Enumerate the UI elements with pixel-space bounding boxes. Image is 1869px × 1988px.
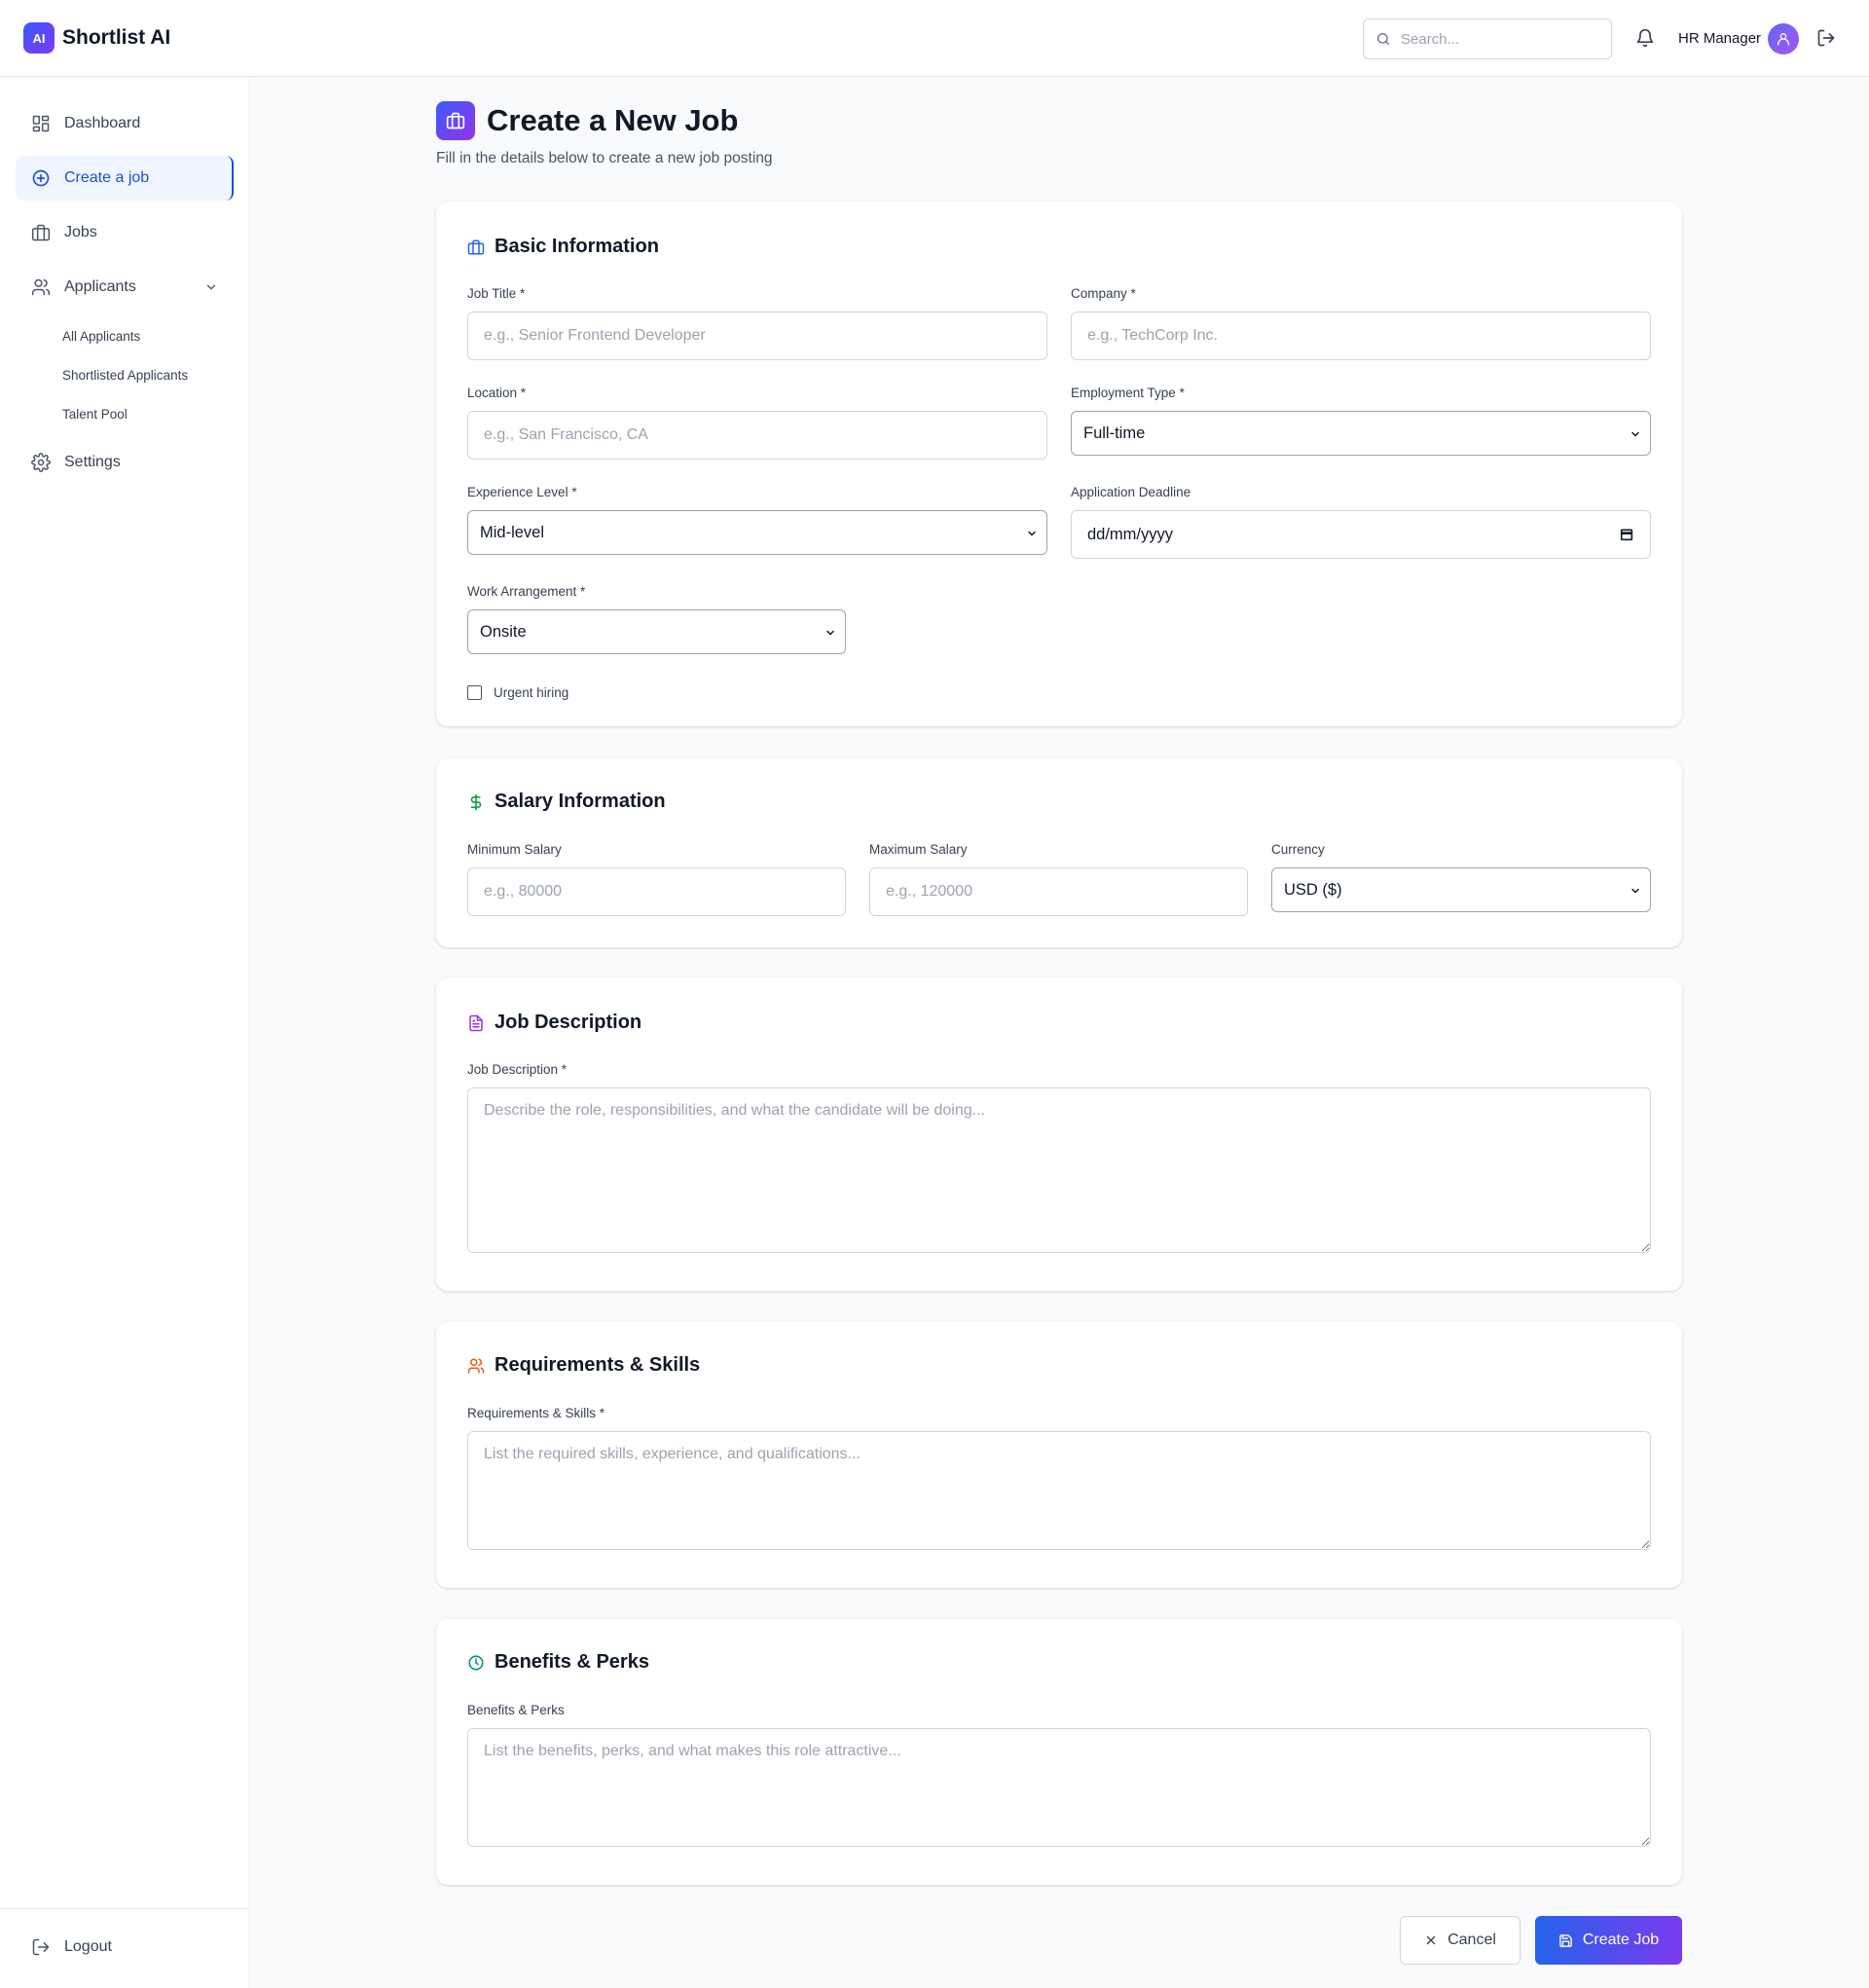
experience-level-label: Experience Level *	[467, 485, 577, 499]
app-name: Shortlist AI	[62, 26, 171, 49]
work-arrangement-select[interactable]: Onsite	[467, 609, 846, 654]
clock-icon	[467, 1654, 485, 1672]
currency-label: Currency	[1271, 842, 1325, 857]
experience-level-select[interactable]: Mid-level	[467, 510, 1047, 555]
card-title: Job Description	[467, 1012, 641, 1034]
sidebar-item-settings[interactable]: Settings	[16, 440, 234, 485]
users-icon	[31, 277, 51, 297]
card-title-text: Requirements & Skills	[495, 1354, 701, 1376]
sidebar-item-label: Jobs	[64, 224, 97, 240]
create-job-label: Create Job	[1582, 1932, 1660, 1948]
employment-type-select[interactable]: Full-time	[1071, 411, 1651, 456]
urgent-hiring-label: Urgent hiring	[494, 685, 569, 700]
bell-icon[interactable]	[1635, 28, 1655, 48]
briefcase-icon	[31, 223, 51, 242]
employment-type-dropdown[interactable]: Full-time	[1071, 411, 1651, 456]
dollar-icon	[467, 793, 485, 811]
job-description-textarea[interactable]	[467, 1087, 1651, 1253]
avatar[interactable]	[1768, 23, 1799, 55]
work-arrangement-label: Work Arrangement *	[467, 584, 586, 599]
close-icon	[1424, 1933, 1438, 1947]
calendar-icon[interactable]	[1619, 527, 1634, 542]
work-arrangement-dropdown[interactable]: Onsite	[467, 609, 846, 654]
save-icon	[1558, 1933, 1573, 1948]
sidebar-item-jobs[interactable]: Jobs	[16, 210, 234, 255]
card-title: Benefits & Perks	[467, 1651, 649, 1674]
user-name: HR Manager	[1678, 30, 1762, 47]
cancel-button[interactable]: Cancel	[1400, 1916, 1521, 1965]
min-salary-label: Minimum Salary	[467, 842, 562, 857]
search-input[interactable]	[1401, 30, 1586, 48]
briefcase-icon	[467, 239, 485, 256]
page-subtitle: Fill in the details below to create a ne…	[436, 150, 773, 166]
sidebar-item-label: Applicants	[64, 278, 136, 295]
benefits-label: Benefits & Perks	[467, 1703, 565, 1717]
document-icon	[467, 1014, 485, 1032]
requirements-label: Requirements & Skills *	[467, 1406, 605, 1420]
employment-type-label: Employment Type *	[1071, 386, 1185, 400]
chevron-down-icon[interactable]	[204, 280, 218, 294]
job-description-label: Job Description *	[467, 1062, 568, 1077]
search-box[interactable]	[1363, 18, 1612, 59]
logout-label: Logout	[64, 1938, 112, 1955]
benefits-card: Benefits & Perks Benefits & Perks	[436, 1619, 1682, 1885]
job-title-label: Job Title *	[467, 286, 526, 301]
basic-information-card: Basic Information Job Title * Company * …	[436, 202, 1682, 726]
sidebar-divider	[0, 1908, 249, 1909]
logout-icon[interactable]	[1816, 28, 1836, 48]
search-icon	[1375, 31, 1391, 47]
deadline-value: dd/mm/yyyy	[1087, 525, 1174, 543]
card-title-text: Job Description	[495, 1012, 642, 1033]
sidebar-item-dashboard[interactable]: Dashboard	[16, 101, 234, 146]
create-job-button[interactable]: Create Job	[1535, 1916, 1682, 1965]
sidebar: Dashboard Create a job Jobs Applicants A…	[0, 78, 249, 1988]
card-title: Basic Information	[467, 236, 659, 258]
sidebar-logout[interactable]: Logout	[31, 1937, 112, 1957]
currency-select[interactable]: USD ($)	[1271, 867, 1651, 912]
location-label: Location *	[467, 386, 527, 400]
sidebar-item-label: Settings	[64, 454, 121, 470]
card-title-text: Basic Information	[495, 236, 659, 257]
sidebar-subitem-all-applicants[interactable]: All Applicants	[62, 329, 140, 344]
location-input[interactable]	[467, 411, 1047, 460]
sidebar-subitem-talent-pool[interactable]: Talent Pool	[62, 407, 128, 422]
cancel-label: Cancel	[1448, 1932, 1496, 1948]
sidebar-item-label: Dashboard	[64, 115, 141, 131]
plus-circle-icon	[31, 168, 51, 188]
urgent-hiring-checkbox[interactable]	[467, 685, 482, 700]
card-title: Requirements & Skills	[467, 1354, 700, 1377]
sidebar-subitem-shortlisted[interactable]: Shortlisted Applicants	[62, 368, 188, 383]
logo-badge: AI	[23, 22, 55, 54]
briefcase-icon	[436, 101, 475, 140]
top-header: AI Shortlist AI HR Manager	[0, 0, 1869, 77]
company-label: Company *	[1071, 286, 1136, 301]
job-title-input[interactable]	[467, 312, 1047, 360]
sidebar-item-create-job[interactable]: Create a job	[16, 156, 234, 201]
requirements-textarea[interactable]	[467, 1431, 1651, 1550]
requirements-card: Requirements & Skills Requirements & Ski…	[436, 1322, 1682, 1588]
company-input[interactable]	[1071, 312, 1651, 360]
sidebar-item-applicants[interactable]: Applicants	[16, 265, 234, 310]
page-title: Create a New Job	[487, 103, 739, 137]
gear-icon	[31, 453, 51, 472]
job-description-card: Job Description Job Description *	[436, 978, 1682, 1291]
dashboard-icon	[31, 114, 51, 133]
sidebar-item-label: Create a job	[64, 169, 150, 186]
card-title-text: Salary Information	[495, 791, 666, 812]
currency-dropdown[interactable]: USD ($)	[1271, 867, 1651, 912]
deadline-input[interactable]: dd/mm/yyyy	[1071, 510, 1651, 559]
users-icon	[467, 1357, 485, 1375]
urgent-hiring-option[interactable]: Urgent hiring	[467, 685, 568, 700]
benefits-textarea[interactable]	[467, 1728, 1651, 1847]
card-title-text: Benefits & Perks	[495, 1651, 649, 1673]
max-salary-label: Maximum Salary	[869, 842, 968, 857]
logout-icon	[31, 1937, 51, 1957]
experience-level-dropdown[interactable]: Mid-level	[467, 510, 1047, 555]
salary-information-card: Salary Information Minimum Salary Maximu…	[436, 758, 1682, 947]
card-title: Salary Information	[467, 791, 666, 813]
max-salary-input[interactable]	[869, 867, 1248, 916]
deadline-label: Application Deadline	[1071, 485, 1191, 499]
min-salary-input[interactable]	[467, 867, 846, 916]
app-logo[interactable]: AI Shortlist AI	[23, 22, 170, 54]
